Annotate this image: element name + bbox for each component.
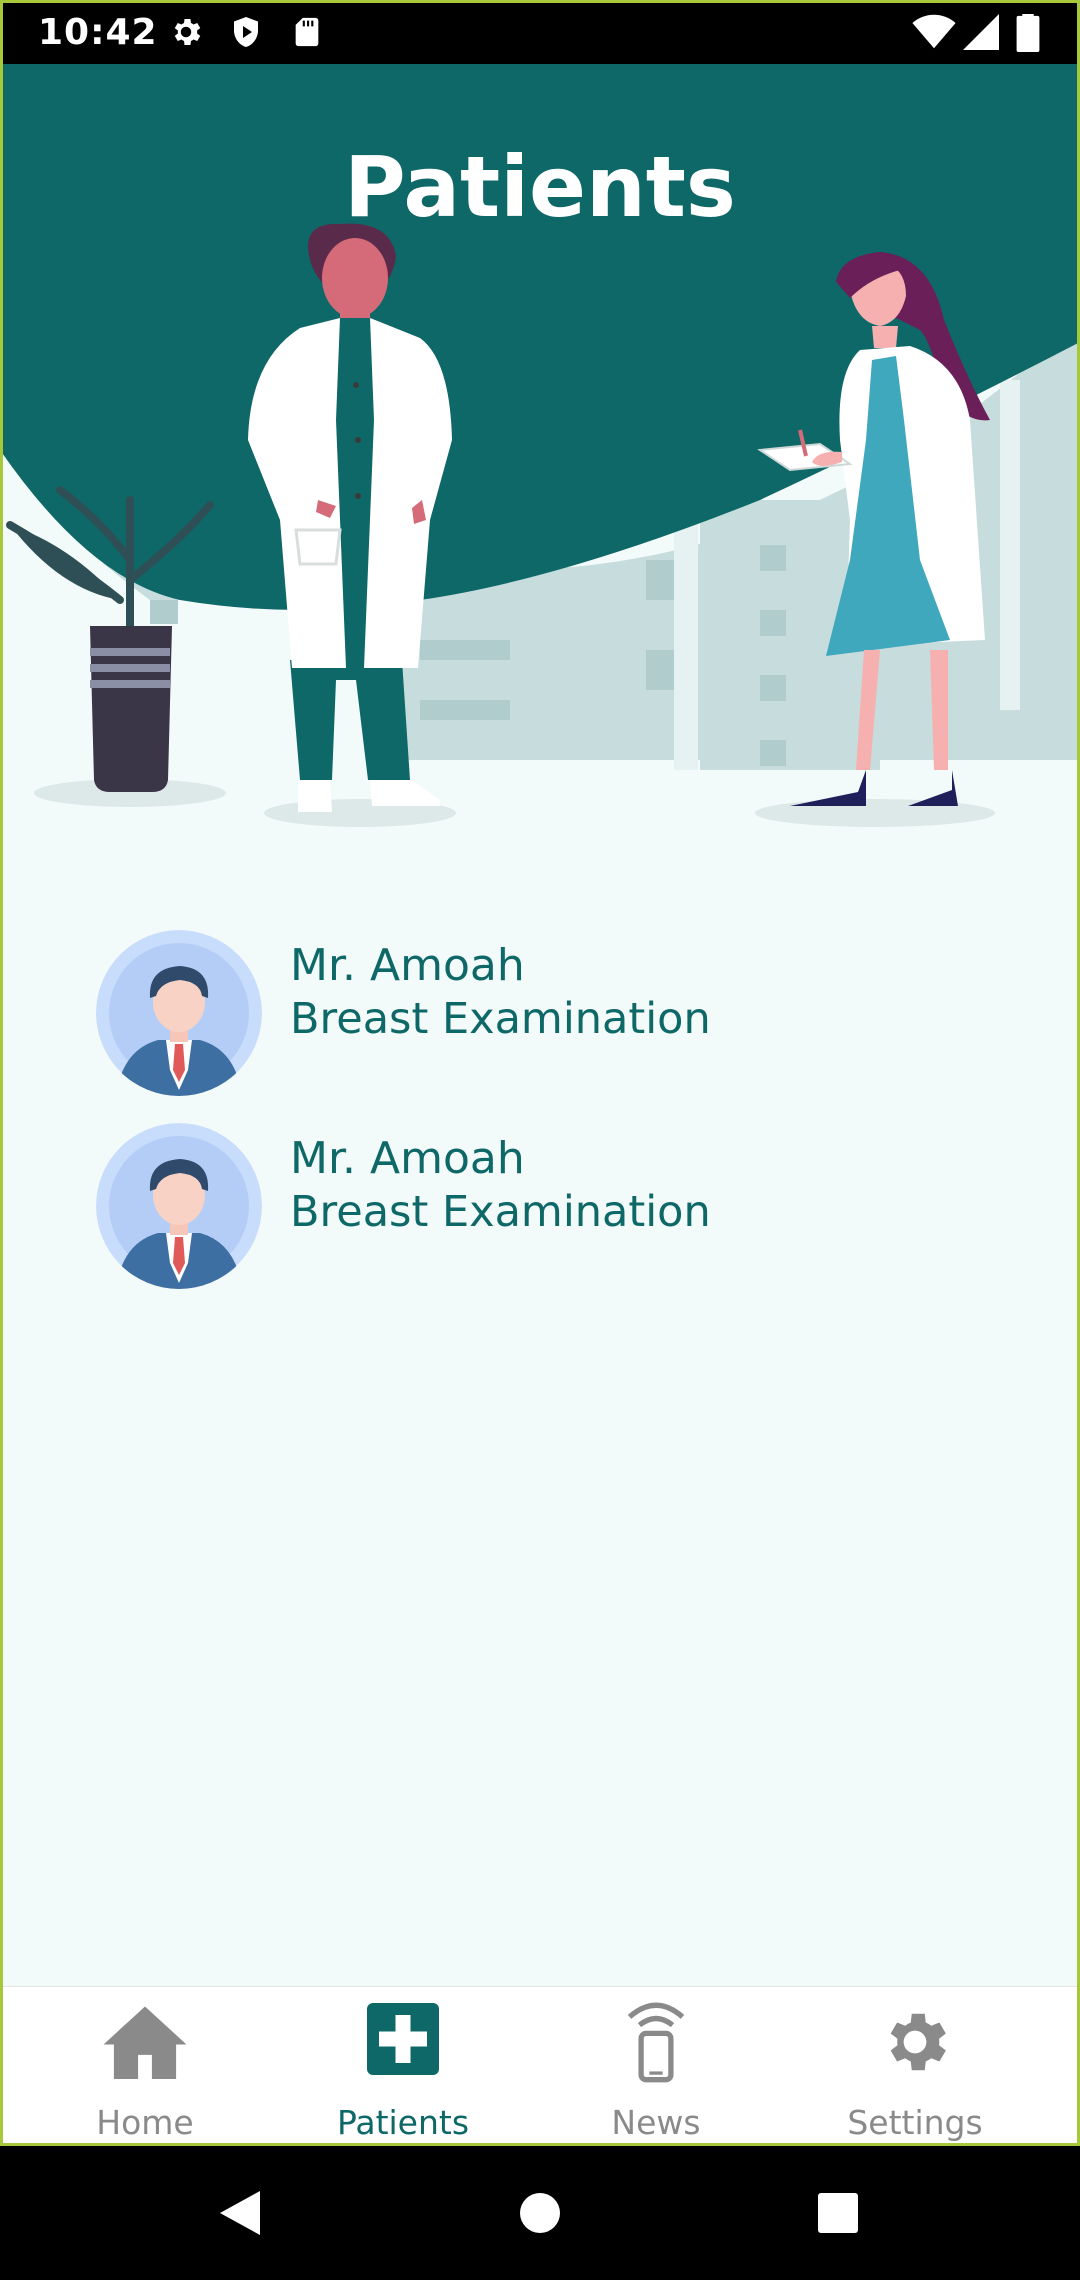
phone-signal-icon [627, 2002, 685, 2083]
battery-icon [1016, 14, 1040, 52]
patient-examination: Breast Examination [290, 1187, 711, 1237]
gear-icon [890, 2013, 946, 2071]
home-circle-icon[interactable] [470, 2146, 610, 2280]
patient-avatar [96, 930, 262, 1096]
patient-list-item[interactable]: Mr. Amoah Breast Examination [0, 1123, 1080, 1293]
nav-item-news[interactable]: News [521, 1987, 791, 2147]
nav-item-home[interactable]: Home [10, 1987, 280, 2147]
wifi-icon [912, 14, 956, 49]
nav-item-patients[interactable]: Patients [268, 1987, 538, 2147]
signal-icon [963, 14, 999, 50]
nav-label: Settings [847, 2103, 983, 2142]
patient-examination: Breast Examination [290, 994, 711, 1044]
home-icon [103, 2006, 187, 2079]
system-navigation-bar [0, 2146, 1080, 2280]
medical-cross-icon [367, 2003, 439, 2075]
recents-icon[interactable] [768, 2146, 908, 2280]
bottom-navigation: Home Patients News Settings [0, 1986, 1080, 2147]
patient-list-item[interactable]: Mr. Amoah Breast Examination [0, 930, 1080, 1100]
nav-item-settings[interactable]: Settings [780, 1987, 1050, 2147]
patient-name: Mr. Amoah [290, 1133, 525, 1184]
status-time: 10:42 [38, 12, 158, 53]
page-title: Patients [344, 138, 736, 236]
gear-icon [174, 18, 201, 46]
nav-label: Home [96, 2103, 194, 2142]
nav-label: News [611, 2103, 701, 2142]
shield-play-icon [234, 17, 258, 47]
patient-avatar [96, 1123, 262, 1289]
nav-label: Patients [336, 2103, 470, 2142]
sd-card-icon [295, 17, 319, 47]
status-bar: 10:42 [0, 0, 1080, 64]
back-icon[interactable] [170, 2146, 310, 2280]
patient-name: Mr. Amoah [290, 940, 525, 991]
